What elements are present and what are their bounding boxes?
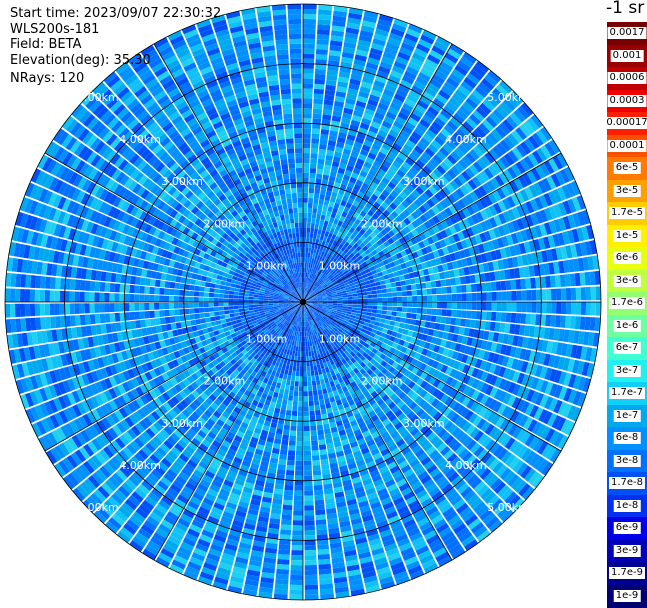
colorbar-tick-label: 0.0001 (608, 140, 647, 152)
colorbar-tick-label: 1.7e-9 (609, 567, 645, 579)
radar-center-marker (300, 299, 306, 305)
range-ring-label: 1.00km (319, 332, 361, 345)
range-ring-label: 1.00km (319, 260, 361, 273)
colorbar-tick-label: 0.0003 (608, 95, 647, 107)
range-ring-label: 4.00km (445, 133, 487, 146)
colorbar-tick-label: 1.7e-8 (609, 477, 645, 489)
colorbar-tick-label: 1e-7 (614, 410, 641, 422)
range-ring-label: 2.00km (361, 217, 403, 230)
range-ring-label: 3.00km (403, 417, 445, 430)
colorbar-tick-label: 1e-8 (614, 500, 641, 512)
colorbar-tick-label: 6e-9 (614, 522, 641, 534)
colorbar-unit-label: -1 sr (606, 0, 644, 18)
colorbar-tick-label: 6e-8 (614, 432, 641, 444)
colorbar-tick-label: 6e-5 (614, 162, 641, 174)
colorbar-tick-label: 1.7e-6 (609, 297, 645, 309)
colorbar-tick-label: 1e-9 (614, 590, 641, 602)
colorbar-tick-label: 3e-7 (614, 365, 641, 377)
colorbar-tick-label: 3e-9 (614, 545, 641, 557)
ppi-plot: 1.00km 1.00km 1.00km 1.00km 2.00km 2.00km 2.00… (0, 0, 647, 607)
scan-name-label: WLS200s-181 (10, 22, 99, 37)
colorbar-tick-label: 0.001 (611, 50, 644, 62)
colorbar-tick-label: 0.0006 (608, 72, 647, 84)
range-ring-label: 4.00km (119, 459, 161, 472)
colorbar-tick-label: 0.0017 (608, 27, 647, 39)
colorbar-tick-label: 3e-6 (614, 275, 641, 287)
start-time-label: Start time: 2023/09/07 22:30:32 (10, 6, 221, 21)
colorbar-tick-label: 1e-5 (614, 230, 641, 242)
range-ring-label: 5.00km (487, 501, 529, 514)
range-ring-label: 5.00km (77, 91, 119, 104)
range-ring-label: 4.00km (119, 133, 161, 146)
range-ring-label: 5.00km (487, 91, 529, 104)
colorbar-tick-label: 1e-6 (614, 320, 641, 332)
range-ring-label: 4.00km (445, 459, 487, 472)
range-ring-label: 2.00km (204, 375, 246, 388)
colorbar: 0.0017 0.001 0.0006 0.0003 0.00017 0.0001 6e-5… (607, 22, 647, 607)
range-ring-label: 3.00km (403, 175, 445, 188)
range-ring-label: 2.00km (204, 217, 246, 230)
colorbar-tick-label: 3e-8 (614, 455, 641, 467)
range-ring-label: 3.00km (161, 175, 203, 188)
colorbar-tick-label: 6e-7 (614, 342, 641, 354)
elevation-label: Elevation(deg): 35.30 (10, 53, 151, 68)
colorbar-tick-label: 0.00017 (604, 117, 647, 129)
colorbar-tick-label: 1.7e-7 (609, 387, 645, 399)
range-ring-label: 3.00km (161, 417, 203, 430)
range-ring-label: 1.00km (246, 260, 288, 273)
colorbar-tick-label: 1.7e-5 (609, 207, 645, 219)
range-ring-label: 5.00km (77, 501, 119, 514)
nrays-label: NRays: 120 (10, 71, 84, 86)
colorbar-tick-label: 3e-5 (614, 185, 641, 197)
field-label: Field: BETA (10, 37, 81, 52)
colorbar-tick-label: 6e-6 (614, 252, 641, 264)
range-ring-label: 1.00km (246, 332, 288, 345)
range-ring-label: 2.00km (361, 375, 403, 388)
